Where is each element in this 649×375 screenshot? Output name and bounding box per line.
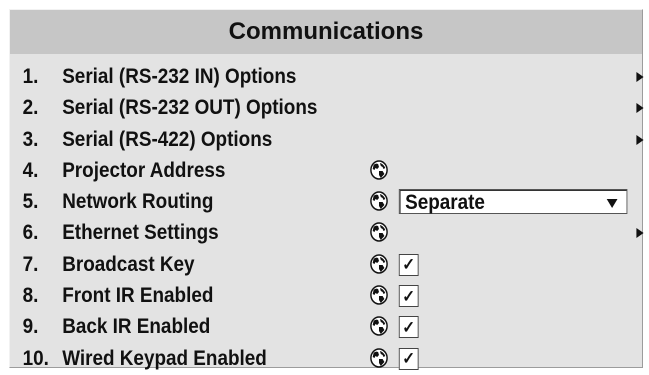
menu-list: 1. Serial (RS-232 IN) Options 2. Serial … <box>10 62 644 375</box>
menu-item-label: Serial (RS-232 IN) Options <box>62 65 297 88</box>
broadcast-key-checkbox[interactable]: ✓ <box>398 253 419 276</box>
menu-item-number: 1. <box>22 65 39 88</box>
globe-icon <box>370 222 388 243</box>
globe-icon <box>370 191 388 211</box>
communications-menu-panel: Communications 1. Serial (RS-232 IN) Opt… <box>9 9 644 370</box>
menu-item-serial-rs232-out[interactable]: 2. Serial (RS-232 OUT) Options <box>10 93 644 124</box>
front-ir-enabled-checkbox[interactable]: ✓ <box>398 285 419 308</box>
menu-item-broadcast-key[interactable]: 7. Broadcast Key ✓ <box>10 250 579 281</box>
menu-item-network-routing[interactable]: 5. Network Routing Separate <box>10 187 628 218</box>
menu-item-front-ir-enabled[interactable]: 8. Front IR Enabled ✓ <box>10 281 579 312</box>
menu-item-serial-rs232-in[interactable]: 1. Serial (RS-232 IN) Options <box>10 62 644 93</box>
menu-item-number: 2. <box>22 96 39 120</box>
wired-keypad-enabled-checkbox[interactable]: ✓ <box>398 347 419 370</box>
menu-item-number: 3. <box>22 127 39 151</box>
menu-item-number: 4. <box>22 158 39 182</box>
menu-item-number: 7. <box>22 252 39 276</box>
menu-item-label: Back IR Enabled <box>62 315 211 339</box>
globe-icon <box>370 347 388 368</box>
menu-item-label: Ethernet Settings <box>62 221 219 245</box>
menu-item-serial-rs422[interactable]: 3. Serial (RS-422) Options <box>10 125 644 156</box>
dropdown-arrow-icon[interactable] <box>606 199 618 209</box>
menu-item-label: Wired Keypad Enabled <box>62 346 267 370</box>
menu-item-number: 10. <box>22 346 49 370</box>
submenu-arrow-icon[interactable] <box>636 103 644 114</box>
menu-item-label: Projector Address <box>62 158 226 182</box>
menu-item-label: Serial (RS-232 OUT) Options <box>62 96 318 120</box>
network-routing-value: Separate <box>405 191 485 215</box>
menu-item-projector-address[interactable]: 4. Projector Address <box>10 156 579 187</box>
menu-item-back-ir-enabled[interactable]: 9. Back IR Enabled ✓ <box>10 312 579 343</box>
menu-item-number: 9. <box>22 315 39 339</box>
menu-title: Communications <box>10 10 642 54</box>
menu-item-label: Front IR Enabled <box>62 284 214 308</box>
submenu-arrow-icon[interactable] <box>636 134 644 145</box>
globe-icon <box>370 285 388 305</box>
menu-item-wired-keypad-enabled[interactable]: 10. Wired Keypad Enabled ✓ <box>10 344 579 375</box>
menu-item-label: Serial (RS-422) Options <box>62 127 273 151</box>
menu-item-number: 6. <box>22 221 39 245</box>
submenu-arrow-icon[interactable] <box>636 228 644 239</box>
back-ir-enabled-checkbox[interactable]: ✓ <box>398 316 419 339</box>
globe-icon <box>370 316 388 337</box>
submenu-arrow-icon[interactable] <box>636 72 644 82</box>
network-routing-select[interactable]: Separate <box>398 189 628 215</box>
menu-item-number: 5. <box>22 190 39 214</box>
menu-item-label: Network Routing <box>62 190 214 214</box>
menu-item-number: 8. <box>22 284 39 308</box>
globe-icon <box>370 253 388 274</box>
menu-item-ethernet-settings[interactable]: 6. Ethernet Settings <box>10 218 644 249</box>
globe-icon <box>370 160 388 180</box>
menu-item-label: Broadcast Key <box>62 252 195 276</box>
